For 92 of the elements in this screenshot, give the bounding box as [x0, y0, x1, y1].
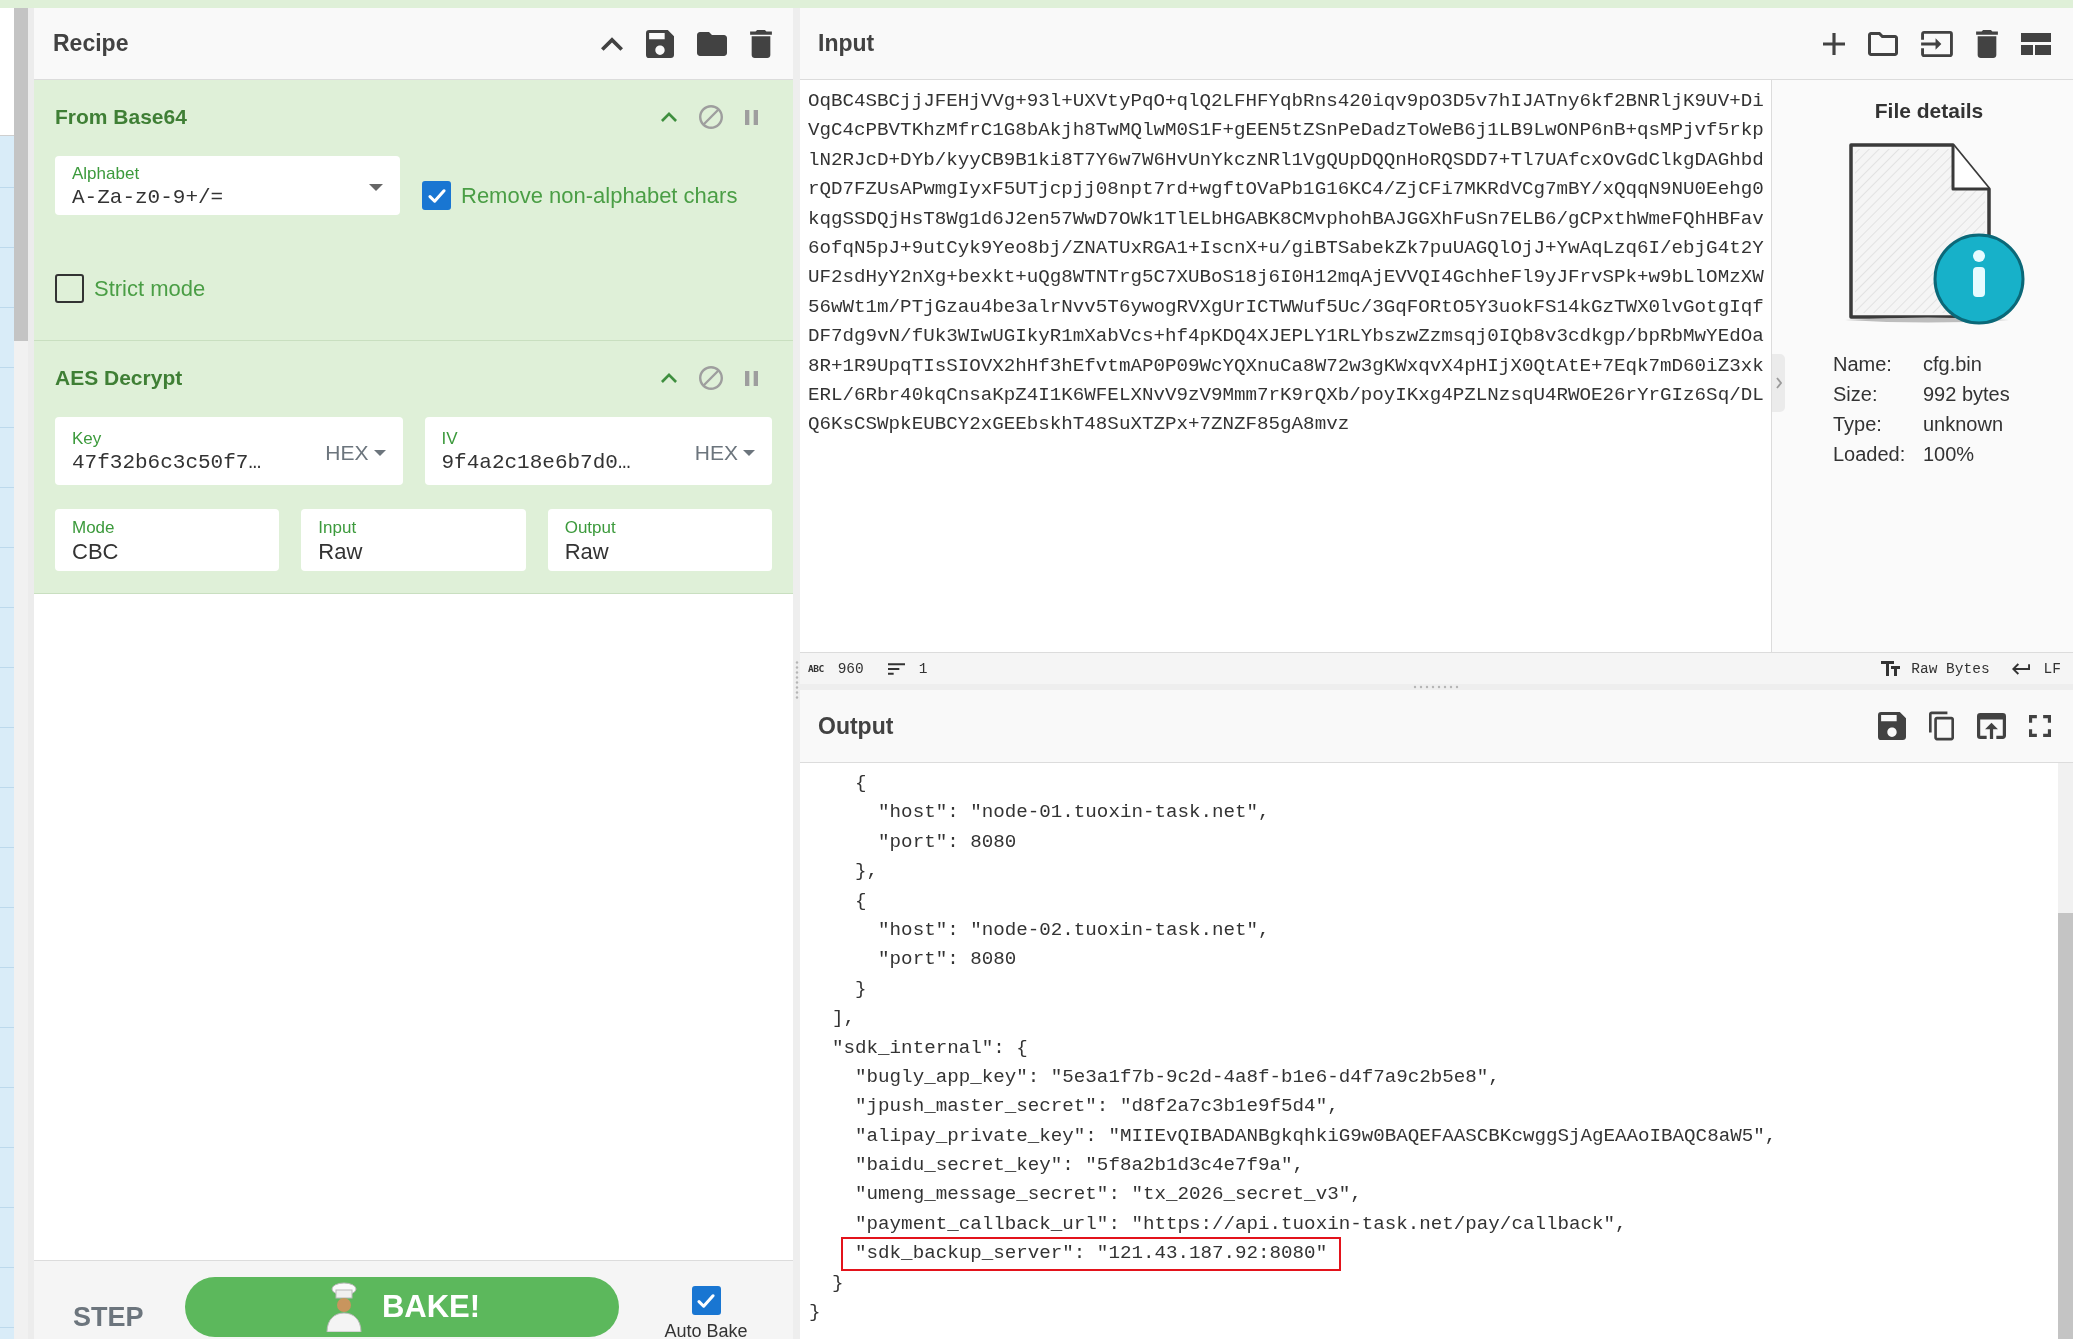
code-line: {: [855, 888, 867, 914]
detail-value: cfg.bin: [1923, 352, 1983, 377]
scrollbar[interactable]: [2058, 913, 2073, 1339]
collapse-handle[interactable]: [1772, 354, 1785, 412]
line-count: 1: [918, 660, 928, 677]
code-line: "port": 8080: [878, 947, 1017, 973]
save-icon[interactable]: [1878, 712, 1906, 740]
checkbox[interactable]: [422, 181, 451, 210]
copy-icon[interactable]: [1929, 711, 1954, 741]
character-count: 960: [837, 660, 864, 677]
dropdown-field[interactable]: Alphabet A-Za-z0-9+/=: [55, 156, 400, 215]
checkbox-label: Auto Bake: [664, 1321, 748, 1339]
field-value: Raw: [318, 538, 363, 566]
code-line: },: [855, 859, 879, 885]
chef-icon: [323, 1282, 364, 1332]
detail-label: Loaded:: [1833, 442, 1907, 467]
text-format-icon[interactable]: [1881, 661, 1901, 676]
checkbox[interactable]: [55, 274, 84, 303]
code-line: "port": 8080: [878, 829, 1017, 855]
pane-title: Output: [818, 712, 894, 740]
detail-label: Name:: [1833, 352, 1893, 377]
code-line: "alipay_private_key": "MIIEvQIBADANBgkqhkiG9w0BAQEFAASCBKcwggSjAgEAAoIBAQC8aW5",: [855, 1123, 1777, 1149]
step-button[interactable]: STEP: [73, 1302, 144, 1332]
encoding-dropdown[interactable]: HEX: [694, 440, 755, 465]
field-label: IV: [441, 428, 458, 449]
field-label: Alphabet: [72, 162, 140, 184]
trash-icon[interactable]: [1976, 29, 1998, 58]
lines-icon: [887, 662, 905, 675]
code-line: "sdk_internal": {: [832, 1035, 1028, 1061]
encoding-dropdown[interactable]: HEX: [325, 440, 386, 465]
chevron-right-icon: [1775, 377, 1782, 389]
text-field[interactable]: Key 47f32b6c3c50f7… HEX: [55, 417, 403, 485]
folder-icon[interactable]: [697, 31, 727, 56]
option-field[interactable]: Input Raw: [301, 509, 526, 571]
encoding-label[interactable]: Raw Bytes: [1911, 660, 1990, 677]
field-value: Raw: [564, 538, 609, 566]
checkbox-label: Strict mode: [94, 275, 206, 302]
code-line: "payment_callback_url": "https://api.tuoxin-task.net/pay/callback",: [855, 1211, 1627, 1237]
trash-icon[interactable]: [750, 29, 772, 58]
input-icon[interactable]: [1921, 30, 1953, 57]
code-line: "host": "node-01.tuoxin-task.net",: [878, 800, 1270, 826]
code-line: "jpush_master_secret": "d8f2a7c3b1e9f5d4",: [855, 1094, 1339, 1120]
save-icon[interactable]: [646, 29, 674, 58]
checkbox-label: Remove non-alphabet chars: [461, 182, 738, 209]
code-line: "host": "node-02.tuoxin-task.net",: [878, 917, 1270, 943]
detail-value: 100%: [1923, 442, 1976, 467]
detail-label: Type:: [1833, 412, 1883, 437]
option-field[interactable]: Output Raw: [547, 509, 772, 571]
input-text: OqBC4SBCjjJFEHjVVg+93l+UXVtyPqO+qlQ2LFHFYqbRns420iqv9pO3D5v7hIJATny6kf2BNRljK9UV+DiVgC4cPBVTKhzMfrC1G8bAkjh8TwMQlwM0S1F+gEEN5tZSnPeDadzToWeB6j1LB9LwONP6nB+qsMPjvf5rkplN2RJcD+DYb/kyyCB9B1ki8T7Y6w7W6HvUnYkczNRl1VgQUpDQQnHoRQSDD7+Tl7UAfcxOvGdClkgDAGhbdrQD7FZUsAPwmgIyxF5UTjcpjj08npt7rd+wgftOVaPb1G16KC4/ZjCFi7MKRdVCg7mBY/xQqqN9NU0Eehg0kqgSSDQjHsT8Wg1d6J2en57WwD7OWk1TlELbHGABK8CMvphohBAJGGXhFuSn7ELB6/gCPxthWmeFQhHBFav6ofqN5pJ+9utCyk9Yeo8bj/ZNATUxRGA1+IscnX+u/giBTSabekZk7puUAGQlOjJ+YwAqLzq6I/ebjG4t2YUF2sdHyY2nXg+bexkt+uQg8WTNTrg5C7XUBoS18j6I0H12mqAjEVVQI4GchheFl9yJFrvSPk+w9bLlOMzXW56wWt1m/PTjGzau4be3alrNvv5T6ywogRVXgUrICTWWuf5Uc/3GqFORtO5Y3uokFS14kGzTWX0lvGotgIqfDF7dg9vN/fUk3WIwUGIkyR1mXabVcs+hf4pKDQ4XJEPLY1RLYbszwZzmsqj0IQb8v3cdkgp/bpRbMwYEdOa8R+1R9UpqTIsSIOVX2hHf3hEfvtmAP0P09WcYQXnuCa8W72w3gKWxqvX4pHIjX0QtAtE+7Eqk7mD60iZ3xkERL/6Rbr40kqCnsaKpZ4I1K6WFELXNvV9zV9Mmm7rK9rQXb/poyIKxg4PZLNzsqU4RWOE26rYrGIz6Sq/DLQ6KsCSWpkEUBCY2xGEEbskhT48SuXTZPx+7ZNZF85gA8mvz: [808, 89, 1764, 438]
checkbox[interactable]: [691, 1286, 721, 1315]
details-title: File details: [1874, 98, 1984, 124]
code-line: }: [809, 1300, 821, 1326]
field-value: CBC: [72, 538, 119, 566]
code-line: "umeng_message_secret": "tx_2026_secret_v3",: [855, 1182, 1362, 1208]
detail-label: Size:: [1833, 382, 1879, 407]
code-line: }: [855, 976, 867, 1002]
scrollbar[interactable]: [14, 8, 28, 341]
pane-title: Input: [818, 30, 875, 57]
checkmark-icon: [427, 188, 446, 203]
operation-title: AES Decrypt: [55, 366, 183, 390]
drag-handle-icon[interactable]: [794, 660, 799, 700]
caret-icon: [373, 449, 386, 456]
code-line: "bugly_app_key": "5e3a1f7b-9c2d-4a8f-b1e6-d4f7a9c2b5e8",: [855, 1064, 1500, 1090]
field-value: A-Za-z0-9+/=: [72, 184, 224, 211]
field-label: Output: [564, 517, 616, 538]
detail-value: unknown: [1923, 412, 2005, 437]
open-in-window-icon[interactable]: [1977, 713, 2006, 739]
caret-icon: [743, 449, 755, 456]
text-field[interactable]: IV 9f4a2c18e6b7d0… HEX: [424, 417, 772, 485]
caret-icon[interactable]: [369, 183, 383, 191]
layout-icon[interactable]: [2021, 32, 2051, 55]
folder-icon[interactable]: [1868, 31, 1898, 56]
line-ending-label[interactable]: LF: [2043, 660, 2061, 677]
operation-title: From Base64: [55, 105, 187, 129]
checkmark-icon: [697, 1293, 715, 1308]
plus-icon[interactable]: [1823, 32, 1845, 55]
field-label: Mode: [72, 517, 115, 538]
field-label: Key: [72, 428, 102, 449]
code-line: ],: [832, 1006, 856, 1032]
option-field[interactable]: Mode CBC: [55, 509, 280, 571]
field-value: 9f4a2c18e6b7d0…: [441, 450, 631, 476]
code-line: }: [832, 1270, 844, 1296]
field-value: 47f32b6c3c50f7…: [72, 450, 262, 476]
code-line: {: [855, 771, 867, 796]
chevron-up-icon[interactable]: [601, 36, 623, 51]
return-icon[interactable]: [2011, 662, 2030, 675]
fullscreen-icon[interactable]: [2029, 715, 2051, 737]
detail-value: 992 bytes: [1923, 382, 2010, 407]
length-marker: ABC: [808, 663, 824, 674]
pane-title: Recipe: [53, 30, 129, 57]
code-line: "baidu_secret_key": "5f8a2b1d3c4e7f9a",: [855, 1153, 1305, 1179]
field-label: Input: [318, 517, 357, 538]
